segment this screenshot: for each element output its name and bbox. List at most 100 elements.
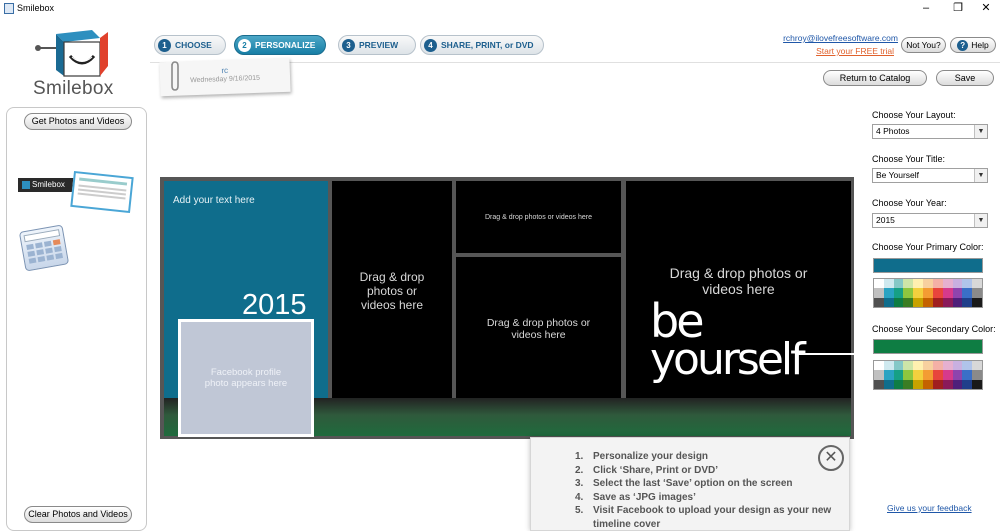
media-thumbnail[interactable]: Smilebox xyxy=(18,170,134,214)
color-chip[interactable] xyxy=(932,297,943,307)
feedback-link[interactable]: Give us your feedback xyxy=(887,503,972,513)
color-chip[interactable] xyxy=(972,279,982,289)
step-share[interactable]: 4 SHARE, PRINT, or DVD xyxy=(420,35,544,55)
clear-photos-button[interactable]: Clear Photos and Videos xyxy=(24,506,132,523)
help-button[interactable]: ? Help xyxy=(950,37,996,53)
color-chip[interactable] xyxy=(874,297,884,307)
account-email-link[interactable]: rchroy@ilovefreesoftware.com xyxy=(760,33,898,43)
primary-color-palette[interactable] xyxy=(873,278,983,308)
color-chip[interactable] xyxy=(962,288,973,298)
color-chip[interactable] xyxy=(962,379,973,389)
color-chip[interactable] xyxy=(874,288,884,298)
color-chip[interactable] xyxy=(932,288,943,298)
photo-drop-tile-2[interactable]: Drag & drop photos or videos here xyxy=(332,181,452,400)
color-chip[interactable] xyxy=(913,288,924,298)
close-window-button[interactable]: ✕ xyxy=(972,0,1000,18)
color-chip[interactable] xyxy=(972,361,982,371)
free-trial-link[interactable]: Start your FREE trial xyxy=(760,46,894,56)
color-chip[interactable] xyxy=(913,297,924,307)
color-chip[interactable] xyxy=(952,288,963,298)
year-text: 2015 xyxy=(242,289,307,321)
primary-color-swatch[interactable] xyxy=(873,258,983,273)
color-chip[interactable] xyxy=(972,379,982,389)
color-chip[interactable] xyxy=(883,361,894,371)
color-chip[interactable] xyxy=(893,279,904,289)
color-chip[interactable] xyxy=(874,279,884,289)
color-chip[interactable] xyxy=(913,361,924,371)
color-chip[interactable] xyxy=(962,279,973,289)
add-text-placeholder[interactable]: Add your text here xyxy=(173,195,255,206)
color-chip[interactable] xyxy=(913,370,924,380)
color-chip[interactable] xyxy=(923,370,933,380)
color-chip[interactable] xyxy=(923,288,933,298)
color-chip[interactable] xyxy=(932,279,943,289)
close-icon[interactable]: ✕ xyxy=(818,445,844,471)
minimize-button[interactable]: – xyxy=(912,0,940,18)
color-chip[interactable] xyxy=(893,288,904,298)
color-chip[interactable] xyxy=(942,297,953,307)
color-chip[interactable] xyxy=(932,370,943,380)
color-chip[interactable] xyxy=(932,361,943,371)
color-chip[interactable] xyxy=(903,370,914,380)
color-chip[interactable] xyxy=(962,370,973,380)
return-to-catalog-button[interactable]: Return to Catalog xyxy=(823,70,927,86)
color-chip[interactable] xyxy=(883,379,894,389)
color-chip[interactable] xyxy=(923,297,933,307)
layout-select[interactable]: 4 Photos ▼ xyxy=(872,124,988,139)
get-photos-button[interactable]: Get Photos and Videos xyxy=(24,113,132,130)
color-chip[interactable] xyxy=(942,279,953,289)
title-select[interactable]: Be Yourself ▼ xyxy=(872,168,988,183)
restore-button[interactable]: ❐ xyxy=(944,0,972,18)
color-chip[interactable] xyxy=(962,361,973,371)
color-chip[interactable] xyxy=(972,297,982,307)
step-personalize[interactable]: 2 PERSONALIZE xyxy=(234,35,326,55)
color-chip[interactable] xyxy=(942,379,953,389)
color-chip[interactable] xyxy=(883,297,894,307)
instruction-text: Visit Facebook to upload your design as … xyxy=(593,505,832,530)
color-chip[interactable] xyxy=(952,279,963,289)
color-chip[interactable] xyxy=(883,279,894,289)
color-chip[interactable] xyxy=(883,288,894,298)
color-chip[interactable] xyxy=(942,361,953,371)
color-chip[interactable] xyxy=(942,370,953,380)
color-chip[interactable] xyxy=(893,379,904,389)
color-chip[interactable] xyxy=(952,297,963,307)
thumb-logo-icon xyxy=(22,181,30,189)
color-chip[interactable] xyxy=(874,379,884,389)
color-chip[interactable] xyxy=(913,279,924,289)
color-chip[interactable] xyxy=(874,361,884,371)
color-chip[interactable] xyxy=(952,370,963,380)
secondary-color-palette[interactable] xyxy=(873,360,983,390)
color-chip[interactable] xyxy=(972,288,982,298)
photo-drop-tile-4[interactable]: Drag & drop photos or videos here xyxy=(456,257,621,400)
color-chip[interactable] xyxy=(923,279,933,289)
color-chip[interactable] xyxy=(962,297,973,307)
color-chip[interactable] xyxy=(903,379,914,389)
color-chip[interactable] xyxy=(893,361,904,371)
save-button[interactable]: Save xyxy=(936,70,994,86)
color-chip[interactable] xyxy=(903,288,914,298)
color-chip[interactable] xyxy=(942,288,953,298)
step-preview[interactable]: 3 PREVIEW xyxy=(338,35,416,55)
color-chip[interactable] xyxy=(923,379,933,389)
color-chip[interactable] xyxy=(913,379,924,389)
calculator-thumbnail[interactable] xyxy=(18,224,70,272)
photo-drop-tile-3[interactable]: Drag & drop photos or videos here xyxy=(456,181,621,253)
secondary-color-swatch[interactable] xyxy=(873,339,983,354)
color-chip[interactable] xyxy=(952,361,963,371)
color-chip[interactable] xyxy=(903,279,914,289)
color-chip[interactable] xyxy=(883,370,894,380)
color-chip[interactable] xyxy=(903,297,914,307)
color-chip[interactable] xyxy=(903,361,914,371)
year-select[interactable]: 2015 ▼ xyxy=(872,213,988,228)
step-choose[interactable]: 1 CHOOSE xyxy=(154,35,226,55)
color-chip[interactable] xyxy=(893,370,904,380)
color-chip[interactable] xyxy=(923,361,933,371)
color-chip[interactable] xyxy=(874,370,884,380)
color-chip[interactable] xyxy=(952,379,963,389)
color-chip[interactable] xyxy=(972,370,982,380)
instruction-number: 4. xyxy=(575,491,584,503)
color-chip[interactable] xyxy=(893,297,904,307)
not-you-button[interactable]: Not You? xyxy=(901,37,946,53)
color-chip[interactable] xyxy=(932,379,943,389)
